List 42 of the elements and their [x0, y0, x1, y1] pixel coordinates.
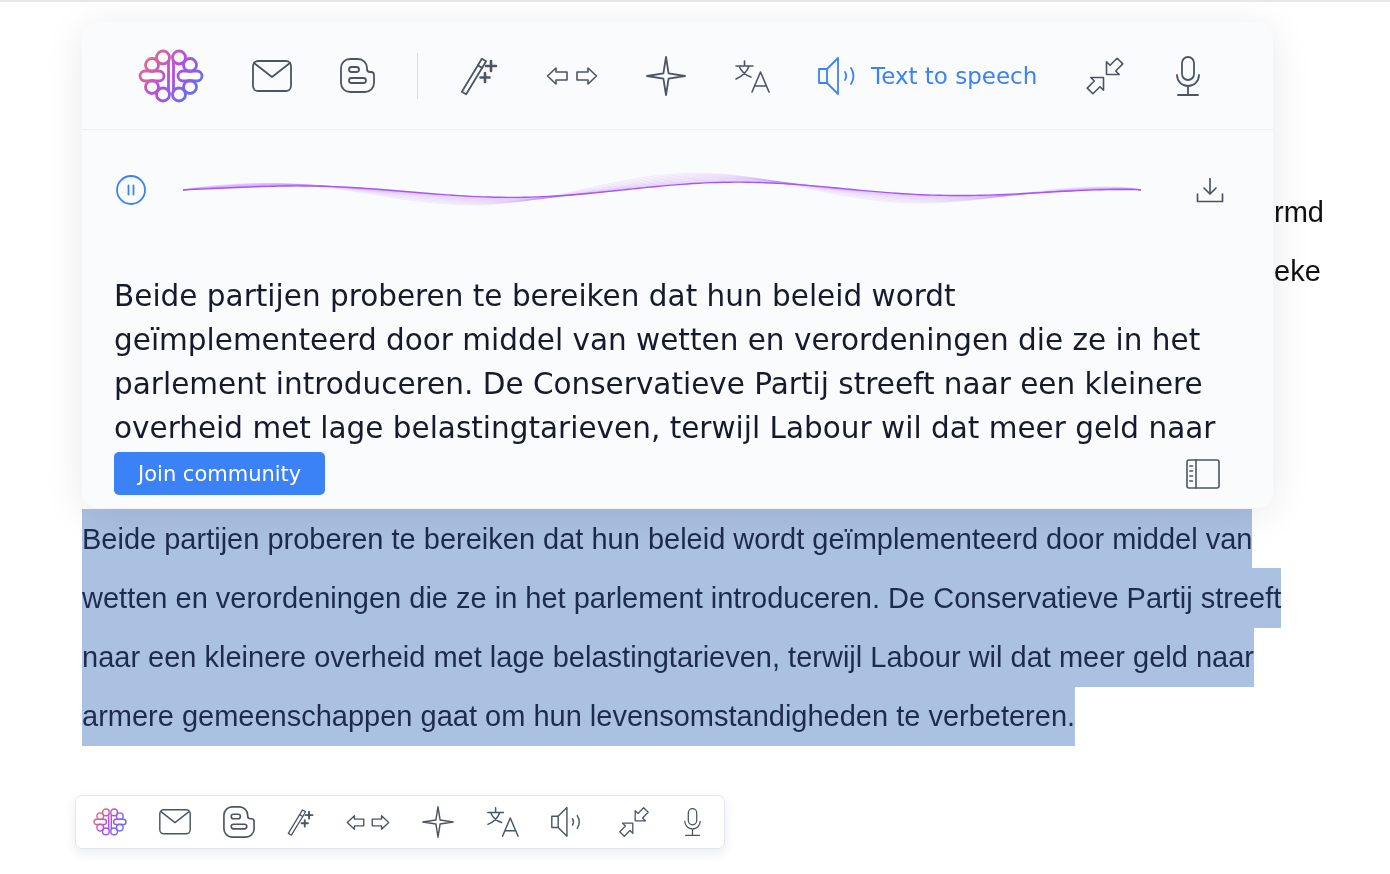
arrows-button[interactable] [346, 813, 390, 831]
collapse-button[interactable] [618, 806, 650, 838]
sparkle-button[interactable] [646, 55, 686, 96]
magic-wand-button[interactable] [287, 807, 314, 837]
envelope-icon [159, 809, 191, 835]
translate-icon [486, 806, 519, 838]
left-right-arrows-icon [546, 65, 598, 86]
envelope-icon [252, 59, 292, 92]
magic-wand-icon [287, 807, 314, 837]
speech-button[interactable]: Text to speech [818, 55, 1038, 96]
microphone-icon [682, 808, 703, 836]
translate-icon [734, 58, 770, 93]
arrows-button[interactable] [546, 65, 598, 86]
left-right-arrows-icon [346, 813, 390, 831]
inward-arrows-icon [618, 806, 650, 838]
inward-arrows-icon [1085, 55, 1126, 96]
translate-button[interactable] [486, 806, 519, 838]
download-icon[interactable] [1196, 177, 1224, 203]
page-text: rmd [1274, 195, 1324, 230]
brain-icon [138, 48, 204, 103]
email-button[interactable] [159, 809, 191, 835]
blog-button[interactable] [223, 806, 255, 838]
microphone-button[interactable] [682, 808, 703, 836]
speech-text: Beide partijen proberen te bereiken dat hun beleid wordt geïmplementeerd door middel van wetten en verordeningen die ze in het parlement introduceren. De Conservatieve Partij streeft naar een kleinere overheid met lage belastingtarieven, terwijl Labour wil dat meer geld naar [114, 278, 1217, 447]
sparkle-icon [646, 55, 686, 96]
blog-button[interactable] [340, 58, 375, 93]
brain-icon [93, 808, 127, 836]
page-text: eke [1274, 254, 1321, 289]
rounded-tile-icon [223, 806, 255, 838]
magic-wand-button[interactable] [460, 55, 498, 96]
email-button[interactable] [252, 59, 292, 92]
rounded-tile-icon [340, 58, 375, 93]
join-button[interactable]: Join community [114, 452, 326, 495]
sparkle-button[interactable] [422, 806, 454, 838]
pause-icon[interactable] [116, 175, 146, 205]
assistant-button[interactable] [138, 48, 204, 103]
collapse-button[interactable] [1085, 55, 1126, 96]
translate-button[interactable] [734, 58, 770, 93]
sidebar-panel-icon[interactable] [1186, 458, 1220, 489]
assistant-button[interactable] [93, 808, 127, 836]
magic-wand-icon [460, 55, 498, 96]
sparkle-icon [422, 806, 454, 838]
